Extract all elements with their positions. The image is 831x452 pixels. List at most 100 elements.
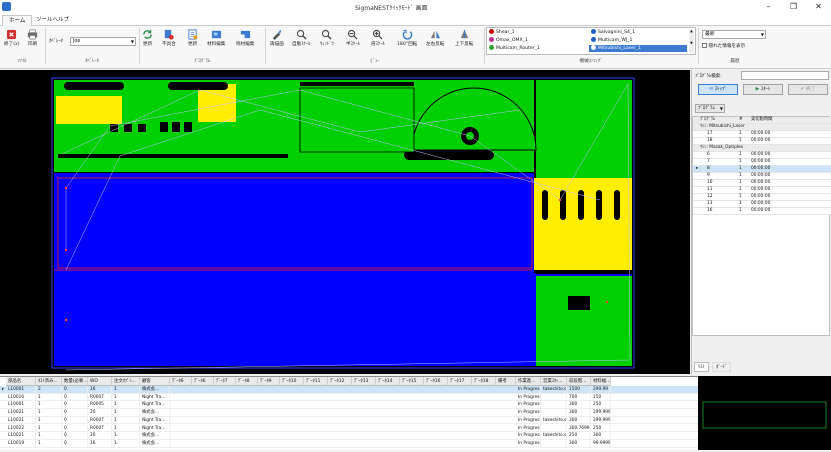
column-header[interactable]: ﾃﾞｰﾀ6 — [170, 377, 192, 386]
table-row[interactable]: L1002110201株式会...In Progresstakeshito.s.… — [0, 432, 698, 440]
table-cell: In Progress — [518, 393, 541, 402]
machine-item-selected[interactable]: Mitsubishi_Laser_1 — [589, 45, 687, 52]
tab-board[interactable]: ﾎﾞｰﾄﾞ — [712, 362, 732, 372]
column-header[interactable]: WO — [88, 377, 112, 386]
program-row[interactable]: 12 1 00:00:00 — [693, 194, 831, 201]
maximize-button[interactable]: ❐ — [781, 0, 806, 14]
column-header[interactable]: ﾃﾞｰﾀ10 — [280, 377, 304, 386]
column-header[interactable]: 注文ｵﾌﾟｼ... — [112, 377, 140, 386]
table-row[interactable]: L10016 1 0 R0007 1 Night Tra... In Progress 700… — [0, 393, 698, 402]
column-header[interactable]: 材料幅... — [591, 377, 611, 386]
program-row[interactable]: 9 1 00:00:00 — [693, 173, 831, 180]
column-header[interactable]: ﾃﾞｰﾀ14 — [376, 377, 400, 386]
table-cell: 300 — [567, 401, 591, 410]
minimize-button[interactable]: – — [756, 0, 781, 14]
rotate-180-button[interactable]: 180°回転 — [397, 29, 417, 47]
end-button[interactable]: ✔ 終了 — [788, 84, 828, 95]
operator-select[interactable]: Joe ▼ — [70, 37, 136, 46]
mismatch-button[interactable]: 不具合 — [162, 29, 176, 47]
column-header[interactable]: ﾃﾞｰﾀ12 — [328, 377, 352, 386]
view-select[interactable]: ﾌﾟﾛｸﾞﾗﾑ ▼ — [695, 104, 725, 113]
program-number: 18 — [707, 138, 713, 143]
machine-item[interactable]: Omax_OMX_1 — [489, 37, 528, 44]
column-header[interactable]: ﾃﾞｰﾀ9 — [258, 377, 280, 386]
remnant-edit-button[interactable]: 残材編集 — [236, 29, 254, 47]
double-scale-label: 倍ｽｹｰﾙ — [371, 42, 385, 47]
program-row[interactable]: 18 1 00:00:00 — [693, 138, 831, 145]
stop-button[interactable]: ⟲ ｽﾄｯﾌﾟ — [698, 84, 738, 95]
material-edit-button[interactable]: 材料編集 — [207, 29, 225, 47]
auto-scale-button[interactable]: 自動ｽｹｰﾙ — [292, 29, 310, 47]
refresh-button[interactable]: 更新 — [142, 29, 153, 47]
table-row[interactable]: L10019 1 0 16 1 株式会... In Progress 300 99.9999 — [0, 439, 698, 448]
column-header[interactable]: ﾃﾞｰﾀ18 — [472, 377, 496, 386]
column-header[interactable]: 作業進... — [516, 377, 541, 386]
column-header[interactable]: ﾃﾞｰﾀ17 — [448, 377, 472, 386]
parts-grid[interactable]: 部品名 ﾈｽﾄ済み... 数量(必要... WO 注文ｵﾌﾟｼ... 顧客 ﾃﾞｰﾀ6 ﾃﾞｰ… — [0, 376, 698, 450]
redraw-button[interactable]: 再描画 — [270, 29, 284, 47]
program-search-input[interactable] — [741, 71, 829, 80]
close-button[interactable]: ✕ — [806, 0, 831, 14]
machine-item[interactable]: Multicam_Router_1 — [489, 45, 540, 52]
program-row[interactable]: 16 1 00:00:00 — [693, 208, 831, 215]
flip-horizontal-button[interactable]: 左右反転 — [426, 29, 444, 47]
machine-list-scrollbar[interactable]: ▲ ▼ — [689, 29, 694, 53]
show-hidden-checkbox[interactable]: 隠れた情報を表示 — [702, 43, 745, 49]
program-row-selected[interactable]: ▸ 8 1 00:00:00 — [693, 166, 831, 173]
machine-item[interactable]: Shear_1 — [489, 29, 515, 36]
half-scale-button[interactable]: 半ｽｹｰﾙ — [346, 29, 360, 47]
column-header[interactable]: ﾃﾞｰﾀ7 — [214, 377, 236, 386]
flip-vertical-button[interactable]: 上下反転 — [455, 29, 473, 47]
stop-label: ｽﾄｯﾌﾟ — [714, 87, 727, 92]
machine-list[interactable]: Shear_1 Salvagnini_S4_1 Omax_OMX_1 Multi… — [486, 27, 696, 55]
column-header[interactable]: ﾃﾞｰﾀ8 — [236, 377, 258, 386]
tab-list[interactable]: ﾘｽﾄ — [694, 362, 709, 372]
nest-canvas[interactable] — [0, 70, 690, 374]
table-row[interactable]: L10021 1 0 20 1 株式会... In Progress 300 299.999 — [0, 409, 698, 417]
column-header[interactable]: 備考 — [496, 377, 516, 386]
column-header[interactable]: ﾃﾞｰﾀ13 — [352, 377, 376, 386]
machine-item[interactable]: Multicam_WJ_1 — [591, 37, 632, 44]
program-time: 00:00:00 — [751, 138, 771, 143]
column-header: # — [739, 117, 743, 122]
machine-group[interactable]: ﾏｼﾝ: Mitsubishi_Laser — [693, 124, 831, 131]
exit-button[interactable]: 終了(x) — [4, 29, 20, 47]
update-program-button[interactable]: 更新 — [187, 29, 198, 47]
table-row[interactable]: L10022 1 0 R0007 1 Night Tra... In Progress 300… — [0, 424, 698, 433]
table-row[interactable]: L10021 1 0 R0007 1 Night Tra... In Progress tak… — [0, 416, 698, 425]
program-row[interactable]: 17 1 00:00:00 — [693, 131, 831, 138]
tab-home[interactable]: ホーム — [2, 15, 33, 26]
column-header[interactable]: ﾃﾞｰﾀ11 — [304, 377, 328, 386]
column-header[interactable]: 前段階... — [567, 377, 591, 386]
machine-item[interactable]: Salvagnini_S4_1 — [591, 29, 635, 36]
column-header[interactable]: 営業ｽﾀｯ... — [541, 377, 567, 386]
program-row[interactable]: 10 1 00:00:00 — [693, 180, 831, 187]
column-header[interactable]: ﾃﾞｰﾀ15 — [400, 377, 424, 386]
print-button[interactable]: 印刷 — [27, 29, 38, 47]
program-row[interactable]: 11 1 00:00:00 — [693, 187, 831, 194]
table-row[interactable]: ▸ L10001 2 0 16 1 株式会... In Progress takeshito.s… — [0, 386, 698, 394]
double-scale-button[interactable]: 倍ｽｹｰﾙ — [371, 29, 385, 47]
table-row[interactable]: L10001 1 0 R0005 1 Night Tra... In Progress 300… — [0, 401, 698, 410]
table-cell: 1 — [36, 424, 62, 433]
tab-tool-help[interactable]: ツールヘルプ — [30, 15, 75, 26]
operator-label: ｵﾍﾟﾚｰﾀ — [49, 39, 63, 44]
program-tree[interactable]: ﾌﾟﾛｸﾞﾗﾑ # 実切削時間 ﾏｼﾝ: Mitsubishi_Laser 17… — [692, 116, 831, 336]
history-select[interactable]: 最新 ▼ — [702, 30, 766, 39]
window-zoom-button[interactable]: ｳｨﾝﾄﾞｳ — [320, 29, 334, 47]
column-header[interactable]: ﾃﾞｰﾀ6 — [192, 377, 214, 386]
program-row[interactable]: 13 1 00:00:00 — [693, 201, 831, 208]
start-button[interactable]: ▶ ｽﾀｰﾄ — [743, 84, 783, 95]
program-row[interactable]: 6 1 00:00:00 — [693, 152, 831, 159]
ribbon-separator — [698, 28, 699, 64]
table-cell — [541, 409, 567, 417]
remnant-area — [54, 173, 534, 366]
minimap[interactable] — [698, 376, 831, 450]
column-header[interactable]: ﾃﾞｰﾀ16 — [424, 377, 448, 386]
program-row[interactable]: 7 1 00:00:00 — [693, 159, 831, 166]
column-header[interactable]: 数量(必要... — [62, 377, 88, 386]
column-header[interactable]: 部品名 — [6, 377, 36, 386]
column-header[interactable]: ﾈｽﾄ済み... — [36, 377, 62, 386]
column-header[interactable]: 顧客 — [140, 377, 170, 386]
machine-group[interactable]: ﾏｼﾝ: Mazak_Optiplex — [693, 145, 831, 152]
